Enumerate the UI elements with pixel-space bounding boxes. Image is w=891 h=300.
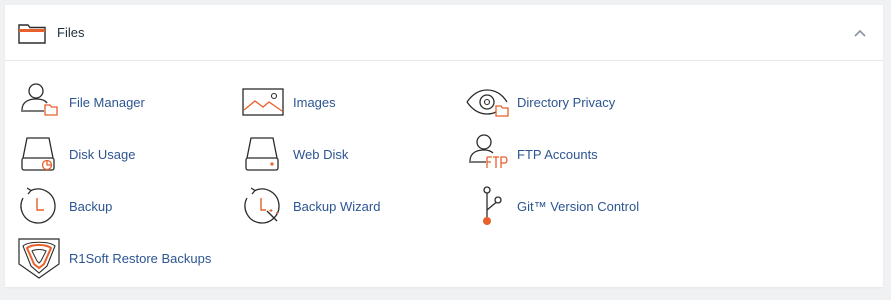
- r1soft-restore-backups-label: R1Soft Restore Backups: [69, 250, 212, 266]
- web-disk-icon: [245, 137, 279, 171]
- git-version-control-icon: [483, 186, 502, 225]
- files-panel: Files File Manager Images Directory Priv…: [5, 5, 883, 287]
- folder-icon: [18, 23, 46, 44]
- file-manager-label: File Manager: [69, 94, 145, 110]
- backup-wizard-label: Backup Wizard: [293, 198, 381, 214]
- backup-wizard-link[interactable]: Backup Wizard: [241, 183, 380, 229]
- disk-usage-link[interactable]: Disk Usage: [17, 131, 135, 177]
- git-version-control-link[interactable]: Git™ Version Control: [465, 183, 639, 229]
- r1soft-restore-icon: [18, 238, 60, 279]
- backup-link[interactable]: Backup: [17, 183, 112, 229]
- images-label: Images: [293, 94, 336, 110]
- images-icon: [242, 88, 284, 116]
- file-manager-link[interactable]: File Manager: [17, 79, 145, 125]
- git-version-control-label: Git™ Version Control: [517, 198, 640, 214]
- disk-usage-label: Disk Usage: [69, 146, 136, 162]
- ftp-accounts-icon: [469, 134, 508, 168]
- backup-icon: [20, 187, 56, 224]
- web-disk-link[interactable]: Web Disk: [241, 131, 348, 177]
- ftp-accounts-label: FTP Accounts: [517, 146, 598, 162]
- backup-label: Backup: [69, 198, 113, 214]
- section-title: Files: [57, 25, 85, 40]
- file-manager-icon: [21, 83, 58, 116]
- images-link[interactable]: Images: [241, 79, 336, 125]
- ftp-accounts-link[interactable]: FTP Accounts: [465, 131, 598, 177]
- disk-usage-icon: [21, 137, 55, 171]
- directory-privacy-icon: [466, 89, 509, 117]
- directory-privacy-link[interactable]: Directory Privacy: [465, 79, 615, 125]
- web-disk-label: Web Disk: [293, 146, 349, 162]
- chevron-up-icon[interactable]: [853, 26, 867, 40]
- directory-privacy-label: Directory Privacy: [517, 94, 616, 110]
- r1soft-restore-backups-link[interactable]: R1Soft Restore Backups: [17, 235, 211, 281]
- backup-wizard-icon: [244, 187, 280, 224]
- files-section-header[interactable]: Files: [5, 5, 883, 61]
